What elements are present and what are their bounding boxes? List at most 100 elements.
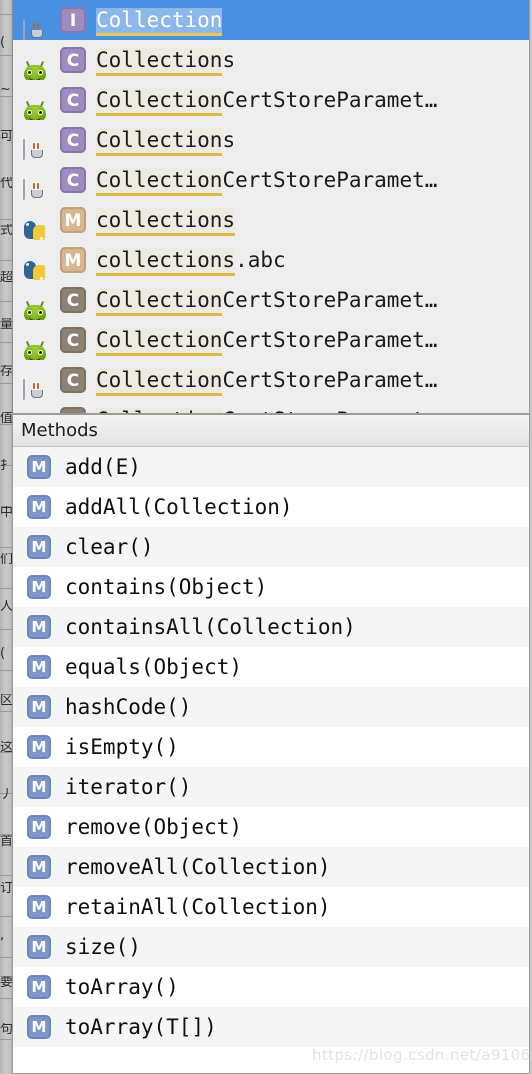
completion-item[interactable]: C CollectionCertStoreParamet…	[13, 320, 529, 360]
backdrop-rule	[0, 629, 12, 630]
completion-item[interactable]: C CollectionCertStoreParamet…	[13, 80, 529, 120]
backdrop-glyph: ~	[0, 83, 11, 96]
backdrop-rule	[0, 383, 12, 384]
method-item[interactable]: McontainsAll(Collection)	[13, 607, 529, 647]
method-item[interactable]: MtoArray()	[13, 967, 529, 1007]
interface-icon: I	[60, 7, 86, 33]
method-item[interactable]: MisEmpty()	[13, 727, 529, 767]
completion-item[interactable]: Mcollections	[13, 200, 529, 240]
completion-item-label: collections	[96, 200, 236, 240]
backdrop-glyph: 这	[0, 741, 12, 754]
backdrop-glyph: 代	[0, 177, 12, 190]
completion-item[interactable]: C CollectionCertStoreParamet…	[13, 400, 529, 413]
method-item[interactable]: Mequals(Object)	[13, 647, 529, 687]
method-signature: toArray(T[])	[65, 1015, 217, 1039]
completion-item-label: Collection	[96, 0, 223, 40]
backdrop-rule	[0, 55, 12, 56]
class-dim-icon: C	[60, 327, 86, 353]
backdrop-left-strip	[0, 0, 12, 1074]
completion-item[interactable]: Mcollections.abc	[13, 240, 529, 280]
completion-item-label: CollectionCertStoreParamet…	[96, 160, 437, 200]
backdrop-rule	[0, 14, 12, 15]
method-signature: contains(Object)	[65, 575, 268, 599]
backdrop-rule	[0, 342, 12, 343]
completion-item-label: CollectionCertStoreParamet…	[96, 280, 437, 320]
backdrop-glyph: 式	[0, 224, 12, 237]
method-icon: M	[27, 535, 51, 559]
method-icon: M	[27, 975, 51, 999]
completion-item[interactable]: C Collections	[13, 40, 529, 80]
module-icon: M	[60, 247, 86, 273]
method-signature: toArray()	[65, 975, 179, 999]
code-completion-popup[interactable]: I Collection C Collections C CollectionCertSt…	[12, 0, 530, 414]
method-icon: M	[27, 695, 51, 719]
method-icon: M	[27, 895, 51, 919]
completion-item[interactable]: C Collections	[13, 120, 529, 160]
matched-prefix: collections	[96, 248, 236, 276]
backdrop-rule	[0, 711, 12, 712]
backdrop-rule	[0, 875, 12, 876]
backdrop-rule	[0, 998, 12, 999]
backdrop-rule	[0, 1039, 12, 1040]
method-icon: M	[27, 1015, 51, 1039]
completion-item-suffix: CertStoreParamet…	[222, 88, 438, 112]
methods-list[interactable]: Madd(E) MaddAll(Collection) Mclear() Mconta…	[13, 447, 529, 1047]
method-item[interactable]: MretainAll(Collection)	[13, 887, 529, 927]
backdrop-rule	[0, 670, 12, 671]
method-icon: M	[27, 575, 51, 599]
completion-item-label: CollectionCertStoreParamet…	[96, 400, 437, 413]
matched-prefix: Collection	[96, 168, 223, 196]
methods-documentation-panel[interactable]: Methods Madd(E) MaddAll(Collection) Mclear…	[12, 414, 530, 1074]
method-item[interactable]: Miterator()	[13, 767, 529, 807]
backdrop-rule	[0, 957, 12, 958]
method-icon: M	[27, 855, 51, 879]
method-icon: M	[27, 815, 51, 839]
backdrop-glyph: 订	[0, 882, 12, 895]
backdrop-glyph: 值	[0, 412, 12, 425]
method-item[interactable]: Mcontains(Object)	[13, 567, 529, 607]
backdrop-rule	[0, 219, 12, 220]
method-item[interactable]: MremoveAll(Collection)	[13, 847, 529, 887]
matched-prefix: Collection	[96, 328, 223, 356]
completion-item-suffix: s	[222, 128, 236, 152]
method-signature: equals(Object)	[65, 655, 243, 679]
backdrop-glyph: 们	[0, 553, 12, 566]
class-icon: C	[60, 127, 86, 153]
method-signature: size()	[65, 935, 141, 959]
method-icon: M	[27, 495, 51, 519]
methods-panel-title: Methods	[21, 420, 98, 441]
completion-item[interactable]: C CollectionCertStoreParamet…	[13, 360, 529, 400]
backdrop-rule	[0, 916, 12, 917]
completion-list[interactable]: I Collection C Collections C CollectionCertSt…	[13, 0, 529, 413]
method-signature: add(E)	[65, 455, 141, 479]
completion-item-suffix: CertStoreParamet…	[222, 328, 438, 352]
method-item[interactable]: MhashCode()	[13, 687, 529, 727]
backdrop-rule	[0, 96, 12, 97]
method-item[interactable]: Mclear()	[13, 527, 529, 567]
method-item[interactable]: Msize()	[13, 927, 529, 967]
completion-item-label: CollectionCertStoreParamet…	[96, 360, 437, 400]
completion-item-label: collections.abc	[96, 240, 286, 280]
method-item[interactable]: Madd(E)	[13, 447, 529, 487]
backdrop-rule	[0, 588, 12, 589]
method-item[interactable]: MtoArray(T[])	[13, 1007, 529, 1047]
completion-item-label: CollectionCertStoreParamet…	[96, 80, 437, 120]
method-signature: clear()	[65, 535, 154, 559]
method-item[interactable]: Mremove(Object)	[13, 807, 529, 847]
backdrop-rule	[0, 547, 12, 548]
backdrop-glyph: 要	[0, 976, 12, 989]
completion-item[interactable]: C CollectionCertStoreParamet…	[13, 280, 529, 320]
completion-item-suffix: CertStoreParamet…	[222, 168, 438, 192]
completion-item[interactable]: C CollectionCertStoreParamet…	[13, 160, 529, 200]
matched-prefix: Collection	[96, 368, 223, 396]
completion-item-label: Collections	[96, 120, 235, 160]
backdrop-glyph: 区	[0, 694, 12, 707]
method-icon: M	[27, 615, 51, 639]
completion-item[interactable]: I Collection	[13, 0, 529, 40]
method-item[interactable]: MaddAll(Collection)	[13, 487, 529, 527]
method-signature: removeAll(Collection)	[65, 855, 331, 879]
method-icon: M	[27, 775, 51, 799]
completion-item-suffix: CertStoreParamet…	[222, 288, 438, 312]
class-icon: C	[60, 87, 86, 113]
class-icon: C	[60, 167, 86, 193]
